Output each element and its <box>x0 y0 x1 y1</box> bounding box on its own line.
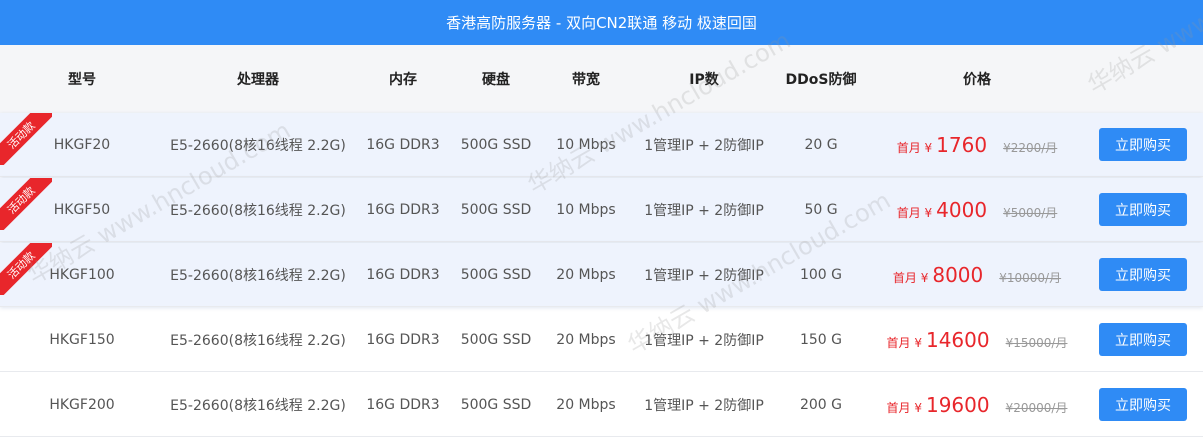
cell-price: 首月 ¥ 8000 ¥10000/月 <box>893 243 1061 306</box>
column-header-model: 型号 <box>68 72 96 88</box>
cell-action: 立即购买 <box>1099 113 1187 176</box>
cell-bandwidth: 20 Mbps <box>556 266 616 283</box>
price-value: 8000 <box>932 262 984 287</box>
column-header-bandwidth: 带宽 <box>572 72 600 88</box>
cell-memory: 16G DDR3 <box>366 136 440 153</box>
cell-ddos: 50 G <box>804 201 838 218</box>
cell-cpu: E5-2660(8核16线程 2.2G) <box>170 137 346 154</box>
buy-button[interactable]: 立即购买 <box>1099 388 1187 421</box>
table-row: HKGF150 E5-2660(8核16线程 2.2G) 16G DDR3 50… <box>0 308 1203 372</box>
cell-disk: 500G SSD <box>460 266 532 283</box>
cell-ip: 1管理IP + 2防御IP <box>644 397 764 414</box>
cell-cpu: E5-2660(8核16线程 2.2G) <box>170 267 346 284</box>
cell-ddos: 150 G <box>799 331 843 348</box>
buy-button[interactable]: 立即购买 <box>1099 258 1187 291</box>
banner-title: 香港高防服务器 - 双向CN2联通 移动 极速回国 <box>446 14 757 32</box>
cell-bandwidth: 20 Mbps <box>556 331 616 348</box>
buy-button[interactable]: 立即购买 <box>1099 323 1187 356</box>
promo-ribbon-label: 活动款 <box>0 243 52 295</box>
cell-memory: 16G DDR3 <box>366 396 440 413</box>
cell-bandwidth: 20 Mbps <box>556 396 616 413</box>
table-header: 型号 处理器 内存 硬盘 带宽 IP数 DDoS防御 价格 <box>0 45 1203 113</box>
column-header-ddos: DDoS防御 <box>785 72 857 88</box>
cell-memory: 16G DDR3 <box>366 266 440 283</box>
cell-disk: 500G SSD <box>460 331 532 348</box>
cell-bandwidth: 10 Mbps <box>556 201 616 218</box>
price-prefix: 首月 ¥ <box>886 335 922 350</box>
cell-ip: 1管理IP + 2防御IP <box>644 267 764 284</box>
cell-memory: 16G DDR3 <box>366 201 440 218</box>
price-prefix: 首月 ¥ <box>896 140 933 155</box>
cell-action: 立即购买 <box>1099 178 1187 241</box>
cell-model: HKGF200 <box>49 396 115 413</box>
cell-model: HKGF20 <box>53 136 111 153</box>
page-banner: 香港高防服务器 - 双向CN2联通 移动 极速回国 <box>0 0 1203 45</box>
cell-disk: 500G SSD <box>460 396 532 413</box>
table-row: HKGF200 E5-2660(8核16线程 2.2G) 16G DDR3 50… <box>0 373 1203 437</box>
original-price: ¥5000/月 <box>1003 205 1058 220</box>
buy-button[interactable]: 立即购买 <box>1099 193 1187 226</box>
cell-price: 首月 ¥ 19600 ¥20000/月 <box>887 373 1068 436</box>
cell-price: 首月 ¥ 14600 ¥15000/月 <box>887 308 1068 371</box>
cell-cpu: E5-2660(8核16线程 2.2G) <box>170 397 346 414</box>
cell-action: 立即购买 <box>1099 373 1187 436</box>
price-value: 14600 <box>925 327 990 352</box>
price-value: 4000 <box>936 197 988 222</box>
original-price: ¥2200/月 <box>1003 140 1058 155</box>
promo-ribbon-label: 活动款 <box>0 178 52 230</box>
column-header-disk: 硬盘 <box>482 72 510 88</box>
promo-ribbon: 活动款 <box>0 178 52 230</box>
cell-disk: 500G SSD <box>460 136 532 153</box>
buy-button[interactable]: 立即购买 <box>1099 128 1187 161</box>
cell-model: HKGF150 <box>49 331 115 348</box>
cell-bandwidth: 10 Mbps <box>556 136 616 153</box>
price-prefix: 首月 ¥ <box>892 270 929 285</box>
promo-ribbon: 活动款 <box>0 243 52 295</box>
cell-ip: 1管理IP + 2防御IP <box>644 137 764 154</box>
cell-model: HKGF50 <box>53 201 111 218</box>
price-value: 19600 <box>925 392 990 417</box>
cell-ddos: 200 G <box>799 396 843 413</box>
table-row: 活动款 HKGF100 E5-2660(8核16线程 2.2G) 16G DDR… <box>0 243 1203 307</box>
table-row: 活动款 HKGF20 E5-2660(8核16线程 2.2G) 16G DDR3… <box>0 113 1203 177</box>
cell-ddos: 100 G <box>799 266 843 283</box>
promo-ribbon: 活动款 <box>0 113 52 165</box>
price-prefix: 首月 ¥ <box>886 400 922 415</box>
cell-price: 首月 ¥ 4000 ¥5000/月 <box>897 178 1058 241</box>
promo-ribbon-label: 活动款 <box>0 113 52 165</box>
original-price: ¥10000/月 <box>999 270 1062 285</box>
cell-action: 立即购买 <box>1099 243 1187 306</box>
cell-model: HKGF100 <box>49 266 115 283</box>
price-prefix: 首月 ¥ <box>896 205 933 220</box>
cell-ip: 1管理IP + 2防御IP <box>644 332 764 349</box>
column-header-ip: IP数 <box>689 72 719 88</box>
table-row: 活动款 HKGF50 E5-2660(8核16线程 2.2G) 16G DDR3… <box>0 178 1203 242</box>
cell-cpu: E5-2660(8核16线程 2.2G) <box>170 332 346 349</box>
cell-disk: 500G SSD <box>460 201 532 218</box>
original-price: ¥20000/月 <box>1005 400 1068 415</box>
original-price: ¥15000/月 <box>1005 335 1068 350</box>
cell-memory: 16G DDR3 <box>366 331 440 348</box>
price-value: 1760 <box>936 132 988 157</box>
cell-action: 立即购买 <box>1099 308 1187 371</box>
column-header-memory: 内存 <box>389 72 417 88</box>
cell-price: 首月 ¥ 1760 ¥2200/月 <box>897 113 1058 176</box>
column-header-cpu: 处理器 <box>237 72 279 88</box>
cell-cpu: E5-2660(8核16线程 2.2G) <box>170 202 346 219</box>
cell-ip: 1管理IP + 2防御IP <box>644 202 764 219</box>
cell-ddos: 20 G <box>804 136 838 153</box>
column-header-price: 价格 <box>963 72 991 88</box>
